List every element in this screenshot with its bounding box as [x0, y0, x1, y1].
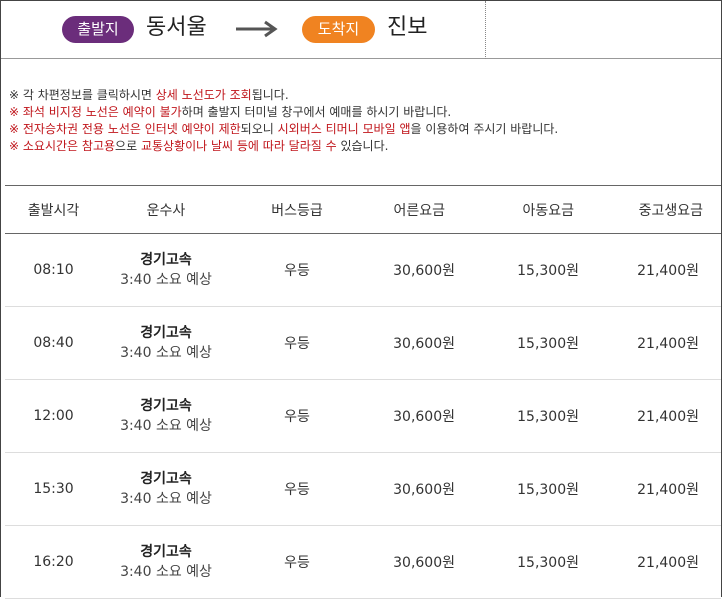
notice-mark: ※: [9, 105, 20, 119]
youth-fare: 21,400원: [604, 306, 721, 380]
departure-time: 15:30: [5, 452, 102, 526]
bus-grade: 우등: [230, 306, 364, 380]
youth-fare: 21,400원: [604, 379, 721, 453]
company-name: 경기고속: [140, 252, 192, 268]
table-row[interactable]: 16:20 경기고속 3:40 소요 예상 우등 30,600원 15,300원 21,40…: [5, 525, 721, 599]
notice-item: ※ 각 차편정보를 클릭하시면 상세 노선도가 조회됩니다.: [9, 87, 715, 104]
route-divider: [485, 1, 486, 59]
table-row[interactable]: 08:10 경기고속 3:40 소요 예상 우등 30,600원 15,300원 21,40…: [5, 233, 721, 307]
notice-text: 각 차편정보를 클릭하시면: [19, 88, 156, 102]
notice-highlight: 소요시간은: [19, 139, 82, 153]
child-fare: 15,300원: [485, 379, 604, 453]
header-bus-grade: 버스등급: [230, 185, 364, 234]
departure-time: 08:40: [5, 306, 102, 380]
header-company: 운수사: [102, 185, 230, 234]
departure-badge: 출발지: [62, 16, 134, 43]
notice-mark: ※: [9, 88, 20, 102]
notice-text: 됩니다.: [251, 88, 289, 102]
notice-text: 으로: [115, 139, 141, 153]
header-child-fare: 아동요금: [485, 185, 604, 234]
company-name: 경기고속: [140, 544, 192, 560]
departure-time: 12:00: [5, 379, 102, 453]
notice-item: ※ 전자승차권 전용 노선은 인터넷 예약이 제한되오니 시외버스 티머니 모바…: [9, 121, 715, 138]
notice-highlight: 좌석 비지정 노선은 예약이 불가: [19, 105, 182, 119]
company-cell: 경기고속 3:40 소요 예상: [102, 452, 230, 526]
schedule-table-wrap: 출발시각 운수사 버스등급 어른요금 아동요금 중고생요금 08:10 경기고속 3…: [5, 185, 721, 599]
schedule-table: 출발시각 운수사 버스등급 어른요금 아동요금 중고생요금 08:10 경기고속 3…: [5, 185, 721, 599]
arrival-place: 진보: [387, 15, 428, 40]
adult-fare: 30,600원: [364, 379, 485, 453]
notice-mark: ※: [9, 122, 20, 136]
company-name: 경기고속: [140, 325, 192, 341]
duration-estimate: 3:40 소요 예상: [120, 418, 212, 434]
arrow-right-icon: [236, 20, 278, 38]
notice-highlight: 상세 노선도가 조회: [155, 88, 252, 102]
header-departure-time: 출발시각: [5, 185, 102, 234]
child-fare: 15,300원: [485, 233, 604, 307]
departure-time: 08:10: [5, 233, 102, 307]
notice-highlight: 전자승차권 전용 노선은 인터넷 예약이 제한: [19, 122, 241, 136]
child-fare: 15,300원: [485, 525, 604, 599]
notice-highlight: 참고용: [81, 139, 116, 153]
adult-fare: 30,600원: [364, 233, 485, 307]
notice-mark: ※: [9, 139, 20, 153]
adult-fare: 30,600원: [364, 306, 485, 380]
departure-place: 동서울: [146, 15, 207, 40]
company-name: 경기고속: [140, 398, 192, 414]
duration-estimate: 3:40 소요 예상: [120, 345, 212, 361]
company-cell: 경기고속 3:40 소요 예상: [102, 525, 230, 599]
bus-grade: 우등: [230, 379, 364, 453]
notice-text: 있습니다.: [336, 139, 389, 153]
page-frame: 출발지 동서울 도착지 진보 ※ 각 차편정보를 클릭하시면 상세 노선도가 조…: [0, 0, 722, 599]
child-fare: 15,300원: [485, 452, 604, 526]
company-name: 경기고속: [140, 471, 192, 487]
duration-estimate: 3:40 소요 예상: [120, 272, 212, 288]
arrival-badge: 도착지: [302, 16, 375, 43]
bus-grade: 우등: [230, 525, 364, 599]
table-row[interactable]: 15:30 경기고속 3:40 소요 예상 우등 30,600원 15,300원 21,40…: [5, 452, 721, 526]
table-row[interactable]: 08:40 경기고속 3:40 소요 예상 우등 30,600원 15,300원 21,40…: [5, 306, 721, 380]
route-summary: 출발지 동서울 도착지 진보: [1, 1, 721, 59]
table-row[interactable]: 12:00 경기고속 3:40 소요 예상 우등 30,600원 15,300원 21,40…: [5, 379, 721, 453]
duration-estimate: 3:40 소요 예상: [120, 491, 212, 507]
company-cell: 경기고속 3:40 소요 예상: [102, 233, 230, 307]
company-cell: 경기고속 3:40 소요 예상: [102, 306, 230, 380]
header-adult-fare: 어른요금: [364, 185, 485, 234]
youth-fare: 21,400원: [604, 525, 721, 599]
adult-fare: 30,600원: [364, 525, 485, 599]
youth-fare: 21,400원: [604, 233, 721, 307]
header-youth-fare: 중고생요금: [604, 185, 721, 234]
departure-time: 16:20: [5, 525, 102, 599]
bus-grade: 우등: [230, 452, 364, 526]
bus-grade: 우등: [230, 233, 364, 307]
duration-estimate: 3:40 소요 예상: [120, 564, 212, 580]
notice-text: 되오니: [240, 122, 278, 136]
notice-highlight: 교통상황이나 날씨 등에 따라 달라질 수: [140, 139, 337, 153]
company-cell: 경기고속 3:40 소요 예상: [102, 379, 230, 453]
notice-text: 하며 출발지 터미널 창구에서 예매를 하시기 바랍니다.: [181, 105, 452, 119]
table-header-row: 출발시각 운수사 버스등급 어른요금 아동요금 중고생요금: [5, 185, 721, 234]
notice-item: ※ 소요시간은 참고용으로 교통상황이나 날씨 등에 따라 달라질 수 있습니다…: [9, 138, 715, 155]
notice-list: ※ 각 차편정보를 클릭하시면 상세 노선도가 조회됩니다. ※ 좌석 비지정 노…: [9, 87, 715, 155]
notice-highlight: 시외버스 티머니 모바일 앱: [277, 122, 411, 136]
notice-item: ※ 좌석 비지정 노선은 예약이 불가하며 출발지 터미널 창구에서 예매를 하…: [9, 104, 715, 121]
youth-fare: 21,400원: [604, 452, 721, 526]
notice-text: 을 이용하여 주시기 바랍니다.: [410, 122, 559, 136]
child-fare: 15,300원: [485, 306, 604, 380]
adult-fare: 30,600원: [364, 452, 485, 526]
